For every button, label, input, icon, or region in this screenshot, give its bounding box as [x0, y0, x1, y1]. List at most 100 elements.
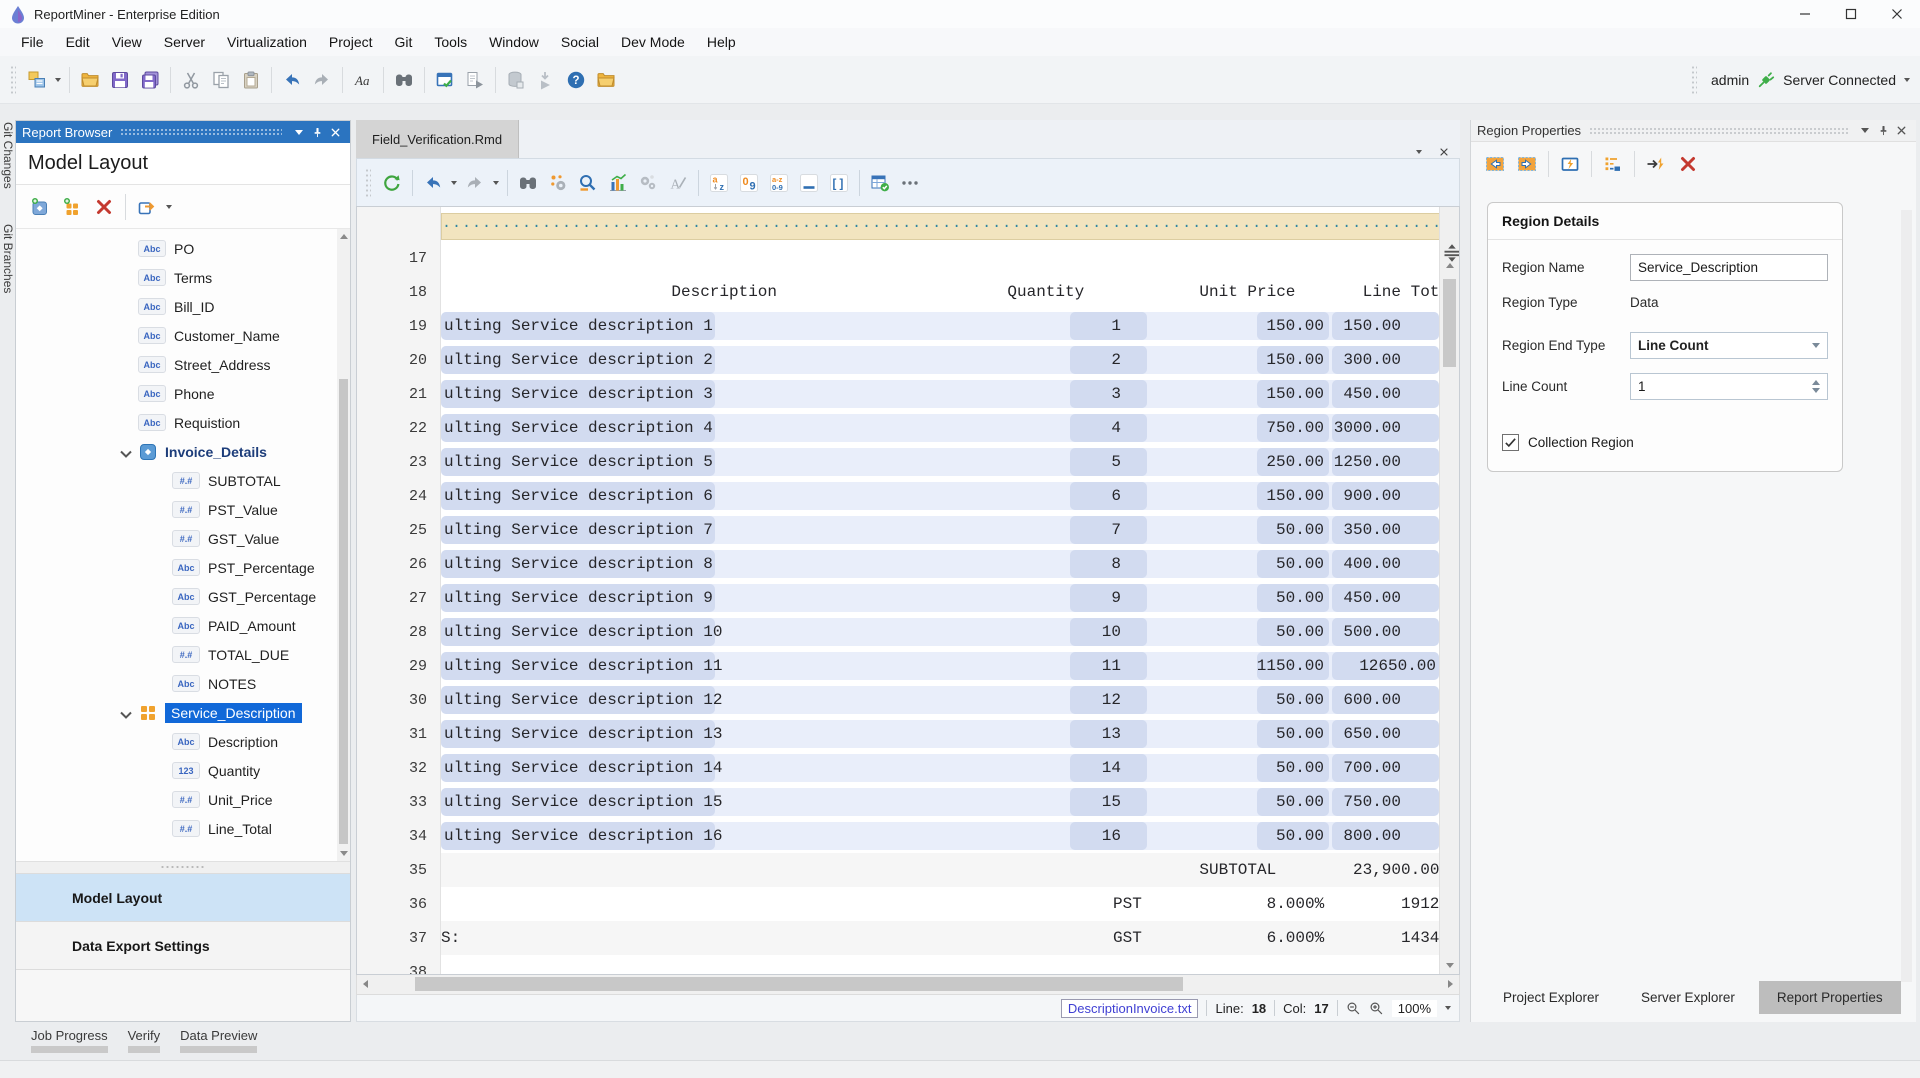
chevron-down-icon[interactable] — [116, 444, 132, 460]
quantity-region-cell[interactable]: 15 — [1070, 788, 1147, 816]
line-total-region-cell[interactable]: 150.00 — [1332, 312, 1439, 340]
numbers-button[interactable]: 09 — [734, 168, 764, 198]
close-panel-icon[interactable] — [1892, 122, 1910, 140]
refresh-button[interactable] — [377, 168, 407, 198]
document-line-17[interactable] — [441, 241, 1441, 275]
unit-price-region-cell[interactable]: 150.00 — [1257, 380, 1329, 408]
region-lightning-button[interactable] — [1554, 149, 1586, 179]
nav-button-model-layout[interactable]: Model Layout — [16, 873, 350, 921]
panel-splitter[interactable] — [16, 861, 350, 873]
export-model-button[interactable] — [131, 191, 163, 223]
unit-price-region-cell[interactable]: 50.00 — [1257, 550, 1329, 578]
quantity-region-cell[interactable]: 5 — [1070, 448, 1147, 476]
pin-icon[interactable] — [308, 123, 326, 141]
toolbar-drag-handle[interactable] — [10, 65, 16, 95]
more-button[interactable] — [895, 168, 925, 198]
tree-scroll-thumb[interactable] — [339, 379, 348, 844]
scroll-up-icon[interactable] — [340, 234, 348, 239]
vertical-scrollbar[interactable] — [1439, 207, 1459, 974]
prev-region-button[interactable] — [1479, 149, 1511, 179]
window-check-button[interactable] — [430, 65, 460, 95]
tree-item-subtotal[interactable]: #.#SUBTOTAL — [16, 466, 350, 495]
line-total-region-cell[interactable]: 900.00 — [1332, 482, 1439, 510]
document-content[interactable]: DescriptionQuantityUnit PriceLine Totaul… — [441, 241, 1441, 974]
next-region-button[interactable] — [1511, 149, 1543, 179]
menu-project[interactable]: Project — [318, 29, 384, 55]
tree-scrollbar[interactable] — [337, 229, 350, 861]
menu-view[interactable]: View — [101, 29, 153, 55]
quantity-region-cell[interactable]: 3 — [1070, 380, 1147, 408]
quantity-region-cell[interactable]: 6 — [1070, 482, 1147, 510]
line-total-region-cell[interactable]: 700.00 — [1332, 754, 1439, 782]
line-total-region-cell[interactable]: 12650.00 — [1332, 652, 1439, 680]
unit-price-region-cell[interactable]: 50.00 — [1257, 822, 1329, 850]
quantity-region-cell[interactable]: 16 — [1070, 822, 1147, 850]
find-binoculars-button[interactable] — [513, 168, 543, 198]
line-total-region-cell[interactable]: 500.00 — [1332, 618, 1439, 646]
underscore-button[interactable] — [794, 168, 824, 198]
zoom-level[interactable]: 100% — [1392, 1000, 1437, 1017]
doc-run-button[interactable] — [460, 65, 490, 95]
help-button[interactable]: ? — [561, 65, 591, 95]
copy-button[interactable] — [206, 65, 236, 95]
tree-item-description[interactable]: AbcDescription — [16, 727, 350, 756]
unit-price-region-cell[interactable]: 50.00 — [1257, 618, 1329, 646]
description-region-cell[interactable]: ulting Service description 14 — [441, 754, 715, 782]
undo-button[interactable] — [277, 65, 307, 95]
line-total-region-cell[interactable]: 350.00 — [1332, 516, 1439, 544]
scroll-down-icon[interactable] — [340, 851, 348, 856]
quantity-region-cell[interactable]: 13 — [1070, 720, 1147, 748]
add-collection-region-button[interactable] — [56, 191, 88, 223]
caret-down-icon[interactable] — [493, 181, 499, 185]
line-total-region-cell[interactable]: 800.00 — [1332, 822, 1439, 850]
quantity-region-cell[interactable]: 9 — [1070, 584, 1147, 612]
unit-price-region-cell[interactable]: 150.00 — [1257, 312, 1329, 340]
source-file-link[interactable]: DescriptionInvoice.txt — [1061, 999, 1199, 1018]
description-region-cell[interactable]: ulting Service description 10 — [441, 618, 715, 646]
tree-item-paid_amount[interactable]: AbcPAID_Amount — [16, 611, 350, 640]
document-line-37[interactable]: S:GST6.000%1434.00 — [441, 921, 1441, 955]
doc-toolbar-drag-handle[interactable] — [365, 168, 371, 198]
tree-item-pst_percentage[interactable]: AbcPST_Percentage — [16, 553, 350, 582]
tab-server-explorer[interactable]: Server Explorer — [1623, 981, 1753, 1014]
unit-price-region-cell[interactable]: 150.00 — [1257, 346, 1329, 374]
save-all-button[interactable] — [135, 65, 165, 95]
unit-price-region-cell[interactable]: 750.00 — [1257, 414, 1329, 442]
document-line-33[interactable]: ulting Service description 151550.00750.… — [441, 785, 1441, 819]
cut-button[interactable] — [176, 65, 206, 95]
panel-scrollbar[interactable] — [1901, 210, 1912, 982]
brackets-button[interactable]: [ ] — [824, 168, 854, 198]
run-export-button[interactable] — [531, 65, 561, 95]
tree-item-unit_price[interactable]: #.#Unit_Price — [16, 785, 350, 814]
find-binoculars-button[interactable] — [389, 65, 419, 95]
toolbar-overflow-icon[interactable] — [1904, 78, 1910, 82]
delete-region-button[interactable] — [1672, 149, 1704, 179]
database-button[interactable] — [501, 65, 531, 95]
quantity-region-cell[interactable]: 10 — [1070, 618, 1147, 646]
unit-price-region-cell[interactable]: 1150.00 — [1257, 652, 1329, 680]
caret-down-icon[interactable] — [166, 205, 172, 209]
tree-item-phone[interactable]: AbcPhone — [16, 379, 350, 408]
tree-item-pst_value[interactable]: #.#PST_Value — [16, 495, 350, 524]
split-view-handle[interactable] — [1442, 243, 1458, 257]
pattern-search-button[interactable] — [573, 168, 603, 198]
tab-list-icon[interactable] — [1416, 150, 1422, 154]
menu-help[interactable]: Help — [696, 29, 747, 55]
document-line-29[interactable]: ulting Service description 11111150.0012… — [441, 649, 1441, 683]
description-region-cell[interactable]: ulting Service description 3 — [441, 380, 715, 408]
tree-item-po[interactable]: AbcPO — [16, 234, 350, 263]
document-line-26[interactable]: ulting Service description 8850.00400.00 — [441, 547, 1441, 581]
analyze-chart-button[interactable] — [603, 168, 633, 198]
alnum-button[interactable]: a-z0-9 — [764, 168, 794, 198]
apply-table-button[interactable] — [865, 168, 895, 198]
line-total-region-cell[interactable]: 650.00 — [1332, 720, 1439, 748]
horizontal-scroll-thumb[interactable] — [415, 977, 1183, 991]
description-region-cell[interactable]: ulting Service description 6 — [441, 482, 715, 510]
tree-item-gst_value[interactable]: #.#GST_Value — [16, 524, 350, 553]
tree-item-customer_name[interactable]: AbcCustomer_Name — [16, 321, 350, 350]
save-button[interactable] — [105, 65, 135, 95]
tree-item-total_due[interactable]: #.#TOTAL_DUE — [16, 640, 350, 669]
document-line-22[interactable]: ulting Service description 44750.003000.… — [441, 411, 1441, 445]
scroll-up-icon[interactable] — [1446, 263, 1454, 268]
bottom-tab-data-preview[interactable]: Data Preview — [180, 1028, 257, 1060]
